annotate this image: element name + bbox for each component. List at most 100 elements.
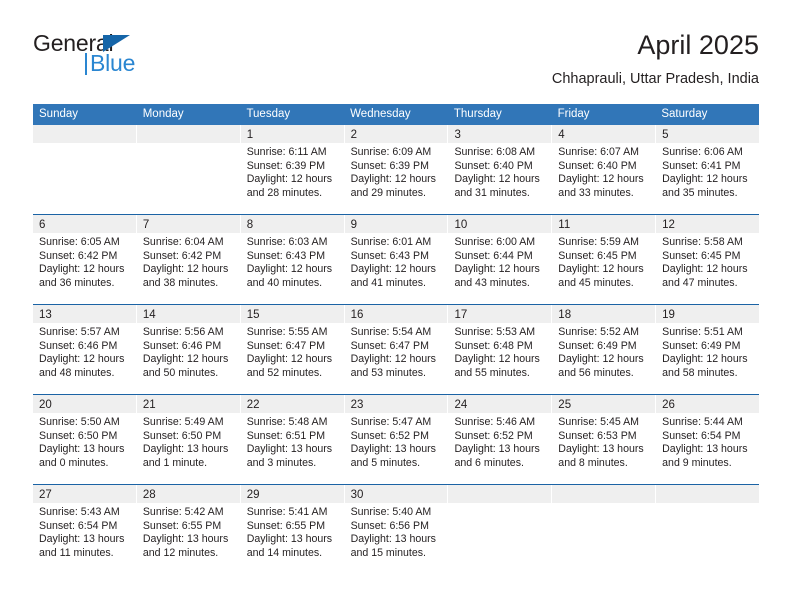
day-cell-18[interactable]: 18 Sunrise: 5:52 AM Sunset: 6:49 PM Dayligh… [552,305,657,394]
day-detail-line: Sunset: 6:54 PM [39,519,118,532]
day-number-band: 14 [136,305,240,323]
day-detail-line: Daylight: 12 hours [39,263,125,276]
day-details: Sunrise: 5:46 AM Sunset: 6:52 PM Daylight:… [448,413,551,470]
day-cell-2[interactable]: 2 Sunrise: 6:09 AM Sunset: 6:39 PM Daylight… [344,125,449,214]
day-cell-5[interactable]: 5 Sunrise: 6:06 AM Sunset: 6:41 PM Daylight… [656,125,760,214]
day-detail-line: Sunrise: 5:48 AM [246,416,328,428]
day-number-band [448,485,552,503]
day-number: 22 [246,399,260,411]
day-detail-line: Daylight: 13 hours [350,533,436,546]
day-detail-line: and 43 minutes. [454,276,530,289]
day-detail-line: Sunrise: 5:49 AM [142,416,224,428]
day-detail-line: Sunset: 6:44 PM [454,249,533,262]
day-detail-line: Daylight: 12 hours [39,353,125,366]
day-details: Sunrise: 5:55 AM Sunset: 6:47 PM Daylight:… [241,323,344,380]
day-cell-3[interactable]: 3 Sunrise: 6:08 AM Sunset: 6:40 PM Daylight… [448,125,553,214]
day-cell-23[interactable]: 23 Sunrise: 5:47 AM Sunset: 6:52 PM Dayligh… [344,395,449,484]
day-cell-19[interactable]: 19 Sunrise: 5:51 AM Sunset: 6:49 PM Dayligh… [656,305,760,394]
day-details: Sunrise: 6:01 AM Sunset: 6:43 PM Daylight:… [345,233,448,290]
day-detail-line: and 35 minutes. [662,186,738,199]
day-detail-line: and 29 minutes. [350,186,426,199]
day-cell-empty [552,485,657,574]
day-details: Sunrise: 6:11 AM Sunset: 6:39 PM Daylight:… [241,143,344,200]
day-cell-17[interactable]: 17 Sunrise: 5:53 AM Sunset: 6:48 PM Dayligh… [448,305,553,394]
day-cell-27[interactable]: 27 Sunrise: 5:43 AM Sunset: 6:54 PM Dayligh… [33,485,137,574]
day-detail-line: Daylight: 12 hours [246,173,333,186]
day-number: 14 [142,309,156,321]
day-detail-line: Sunrise: 5:51 AM [662,326,743,338]
day-detail-line: and 15 minutes. [350,546,426,559]
day-cell-20[interactable]: 20 Sunrise: 5:50 AM Sunset: 6:50 PM Dayligh… [33,395,137,484]
day-details: Sunrise: 5:41 AM Sunset: 6:55 PM Daylight:… [241,503,344,560]
day-cell-4[interactable]: 4 Sunrise: 6:07 AM Sunset: 6:40 PM Daylight… [552,125,657,214]
day-number: 16 [350,309,364,321]
day-details: Sunrise: 6:08 AM Sunset: 6:40 PM Daylight:… [448,143,551,200]
weekday-header-wednesday: Wednesday [350,108,411,120]
day-number: 26 [662,399,675,411]
day-detail-line: Sunset: 6:49 PM [558,339,637,352]
day-detail-line: Sunrise: 5:40 AM [350,506,432,518]
day-number: 21 [142,399,156,411]
page-header: General Blue April 2025 Chhaprauli, Utta… [33,28,759,100]
day-cell-15[interactable]: 15 Sunrise: 5:55 AM Sunset: 6:47 PM Dayligh… [240,305,345,394]
day-cell-11[interactable]: 11 Sunrise: 5:59 AM Sunset: 6:45 PM Dayligh… [552,215,657,304]
day-details: Sunrise: 5:51 AM Sunset: 6:49 PM Daylight:… [656,323,759,380]
day-detail-line: Sunrise: 6:03 AM [246,236,328,248]
day-detail-line: Sunrise: 5:53 AM [454,326,536,338]
day-detail-line: Daylight: 12 hours [246,263,333,276]
day-detail-line: Sunset: 6:50 PM [142,429,222,442]
day-number-band: 20 [33,395,136,413]
day-cell-10[interactable]: 10 Sunrise: 6:00 AM Sunset: 6:44 PM Dayligh… [448,215,553,304]
day-number: 1 [246,129,254,141]
day-number-band: 1 [240,125,344,143]
day-cell-22[interactable]: 22 Sunrise: 5:48 AM Sunset: 6:51 PM Dayligh… [240,395,345,484]
day-cell-13[interactable]: 13 Sunrise: 5:57 AM Sunset: 6:46 PM Dayligh… [33,305,137,394]
day-detail-line: Daylight: 12 hours [142,353,229,366]
day-number-band: 30 [344,485,448,503]
day-detail-line: Sunset: 6:42 PM [142,249,222,262]
day-details: Sunrise: 6:03 AM Sunset: 6:43 PM Daylight:… [241,233,344,290]
day-cell-26[interactable]: 26 Sunrise: 5:44 AM Sunset: 6:54 PM Dayligh… [656,395,760,484]
day-cell-12[interactable]: 12 Sunrise: 5:58 AM Sunset: 6:45 PM Dayligh… [656,215,760,304]
day-detail-line: Sunset: 6:51 PM [246,429,326,442]
day-detail-line: Sunrise: 6:07 AM [558,146,639,158]
day-cell-16[interactable]: 16 Sunrise: 5:54 AM Sunset: 6:47 PM Dayligh… [344,305,449,394]
day-details: Sunrise: 5:50 AM Sunset: 6:50 PM Daylight:… [33,413,136,470]
day-detail-line: Sunset: 6:41 PM [662,159,741,172]
day-detail-line: Sunset: 6:55 PM [142,519,222,532]
day-cell-21[interactable]: 21 Sunrise: 5:49 AM Sunset: 6:50 PM Dayligh… [136,395,241,484]
day-cell-28[interactable]: 28 Sunrise: 5:42 AM Sunset: 6:55 PM Dayligh… [136,485,241,574]
day-detail-line: Sunrise: 6:05 AM [39,236,120,248]
day-cell-29[interactable]: 29 Sunrise: 5:41 AM Sunset: 6:55 PM Dayligh… [240,485,345,574]
day-detail-line: Sunrise: 6:09 AM [350,146,432,158]
day-number-band: 21 [136,395,240,413]
day-cell-7[interactable]: 7 Sunrise: 6:04 AM Sunset: 6:42 PM Daylight… [136,215,241,304]
logo-word-blue: Blue [90,50,136,76]
day-cell-1[interactable]: 1 Sunrise: 6:11 AM Sunset: 6:39 PM Daylight… [240,125,345,214]
day-cell-6[interactable]: 6 Sunrise: 6:05 AM Sunset: 6:42 PM Daylight… [33,215,137,304]
day-number: 2 [350,129,357,141]
day-details: Sunrise: 5:47 AM Sunset: 6:52 PM Daylight:… [345,413,448,470]
day-detail-line: and 58 minutes. [662,366,738,379]
day-detail-line: Daylight: 13 hours [246,443,333,456]
day-number: 9 [350,219,357,231]
general-blue-logo[interactable]: General Blue [33,32,243,90]
day-cell-9[interactable]: 9 Sunrise: 6:01 AM Sunset: 6:43 PM Daylight… [344,215,449,304]
day-details: Sunrise: 6:09 AM Sunset: 6:39 PM Daylight:… [345,143,448,200]
day-cell-24[interactable]: 24 Sunrise: 5:46 AM Sunset: 6:52 PM Dayligh… [448,395,553,484]
day-cell-14[interactable]: 14 Sunrise: 5:56 AM Sunset: 6:46 PM Dayligh… [136,305,241,394]
day-details: Sunrise: 5:49 AM Sunset: 6:50 PM Daylight:… [137,413,240,470]
day-detail-line: and 6 minutes. [454,456,524,469]
day-cell-30[interactable]: 30 Sunrise: 5:40 AM Sunset: 6:56 PM Dayligh… [344,485,449,574]
day-cell-25[interactable]: 25 Sunrise: 5:45 AM Sunset: 6:53 PM Dayligh… [552,395,657,484]
day-detail-line: and 9 minutes. [662,456,732,469]
day-detail-line: Sunrise: 5:44 AM [662,416,743,428]
day-number-band: 24 [448,395,552,413]
day-detail-line: Daylight: 13 hours [246,533,333,546]
day-number-band [136,125,240,143]
day-detail-line: Sunset: 6:55 PM [246,519,326,532]
day-cell-8[interactable]: 8 Sunrise: 6:03 AM Sunset: 6:43 PM Daylight… [240,215,345,304]
day-details: Sunrise: 6:05 AM Sunset: 6:42 PM Daylight:… [33,233,136,290]
day-detail-line: Daylight: 12 hours [558,263,644,276]
day-detail-line: Daylight: 12 hours [142,263,229,276]
